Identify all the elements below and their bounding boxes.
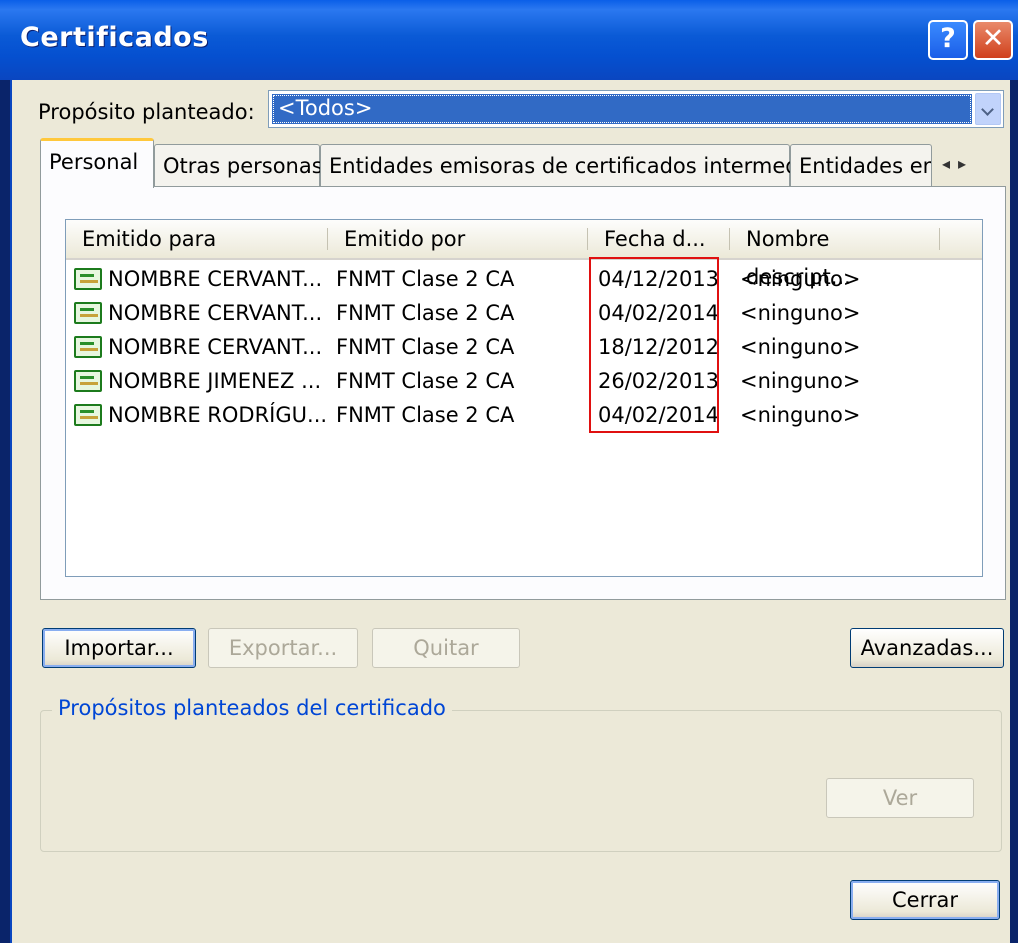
- tab-scroll-right-icon[interactable]: ▸: [958, 154, 974, 173]
- tab-panel-personal: Emitido para Emitido por Fecha d... Nomb…: [40, 186, 1006, 600]
- column-header-issued-to[interactable]: Emitido para: [66, 220, 328, 258]
- window-title: Certificados: [20, 22, 209, 53]
- import-button[interactable]: Importar...: [42, 628, 196, 668]
- cell-issued-to: NOMBRE RODRÍGU...: [108, 403, 328, 427]
- column-header-friendly-name[interactable]: Nombre descript...: [730, 220, 940, 289]
- tab-entidades-emisoras-raiz[interactable]: Entidades emi: [790, 144, 932, 186]
- remove-button[interactable]: Quitar: [372, 628, 520, 668]
- cell-issued-by: FNMT Clase 2 CA: [336, 301, 515, 325]
- title-bar[interactable]: Certificados ? ✕: [0, 0, 1018, 80]
- cell-friendly-name: <ninguno>: [740, 301, 861, 325]
- cell-issued-by: FNMT Clase 2 CA: [336, 403, 515, 427]
- purpose-selected-value[interactable]: <Todos>: [272, 94, 972, 124]
- cell-friendly-name: <ninguno>: [740, 369, 861, 393]
- cell-friendly-name: <ninguno>: [740, 335, 861, 359]
- table-row[interactable]: NOMBRE CERVANT... FNMT Clase 2 CA 18/12/…: [66, 330, 982, 364]
- export-button[interactable]: Exportar...: [208, 628, 358, 668]
- purpose-label: Propósito planteado:: [38, 100, 255, 124]
- view-button[interactable]: Ver: [826, 778, 974, 818]
- cell-issued-to: NOMBRE CERVANT...: [108, 267, 323, 291]
- cell-issued-to: NOMBRE CERVANT...: [108, 335, 323, 359]
- chevron-down-icon[interactable]: [975, 93, 1001, 125]
- certificate-list[interactable]: Emitido para Emitido por Fecha d... Nomb…: [65, 219, 983, 577]
- certificates-dialog: Certificados ? ✕ Propósito planteado: <T…: [0, 0, 1018, 943]
- table-row[interactable]: NOMBRE CERVANT... FNMT Clase 2 CA 04/12/…: [66, 262, 982, 296]
- purpose-combobox[interactable]: <Todos>: [268, 90, 1004, 128]
- certificate-icon: [74, 370, 102, 392]
- tab-entidades-intermedias[interactable]: Entidades emisoras de certificados inter…: [320, 144, 828, 186]
- certificate-icon: [74, 302, 102, 324]
- cell-date: 26/02/2013: [598, 369, 720, 393]
- cell-date: 18/12/2012: [598, 335, 720, 359]
- cell-issued-to: NOMBRE CERVANT...: [108, 301, 323, 325]
- column-header-issued-by[interactable]: Emitido por: [328, 220, 588, 258]
- column-header-date[interactable]: Fecha d...: [588, 220, 730, 258]
- table-row[interactable]: NOMBRE JIMENEZ ... FNMT Clase 2 CA 26/02…: [66, 364, 982, 398]
- cell-issued-to: NOMBRE JIMENEZ ...: [108, 369, 322, 393]
- cell-friendly-name: <ninguno>: [740, 403, 861, 427]
- tab-personal[interactable]: Personal: [40, 138, 154, 188]
- cell-issued-by: FNMT Clase 2 CA: [336, 335, 515, 359]
- certificate-icon: [74, 336, 102, 358]
- cell-friendly-name: <ninguno>: [740, 267, 861, 291]
- table-row[interactable]: NOMBRE CERVANT... FNMT Clase 2 CA 04/02/…: [66, 296, 982, 330]
- cell-issued-by: FNMT Clase 2 CA: [336, 267, 515, 291]
- tab-scroll-arrows[interactable]: ◂▸: [928, 150, 988, 178]
- help-button[interactable]: ?: [928, 20, 968, 60]
- cell-date: 04/02/2014: [598, 301, 720, 325]
- tab-otras-personas[interactable]: Otras personas: [154, 144, 323, 186]
- tab-scroll-left-icon[interactable]: ◂: [942, 154, 958, 173]
- certificate-purposes-title: Propósitos planteados del certificado: [52, 696, 452, 720]
- certificate-icon: [74, 268, 102, 290]
- table-row[interactable]: NOMBRE RODRÍGU... FNMT Clase 2 CA 04/02/…: [66, 398, 982, 432]
- certificate-icon: [74, 404, 102, 426]
- close-window-button[interactable]: ✕: [973, 20, 1013, 60]
- advanced-button[interactable]: Avanzadas...: [850, 628, 1004, 668]
- dialog-client-area: Propósito planteado: <Todos> Personal Ot…: [10, 80, 1010, 943]
- cell-date: 04/02/2014: [598, 403, 720, 427]
- close-button[interactable]: Cerrar: [850, 880, 1000, 920]
- cell-date: 04/12/2013: [598, 267, 720, 291]
- list-header: Emitido para Emitido por Fecha d... Nomb…: [66, 220, 982, 289]
- cell-issued-by: FNMT Clase 2 CA: [336, 369, 515, 393]
